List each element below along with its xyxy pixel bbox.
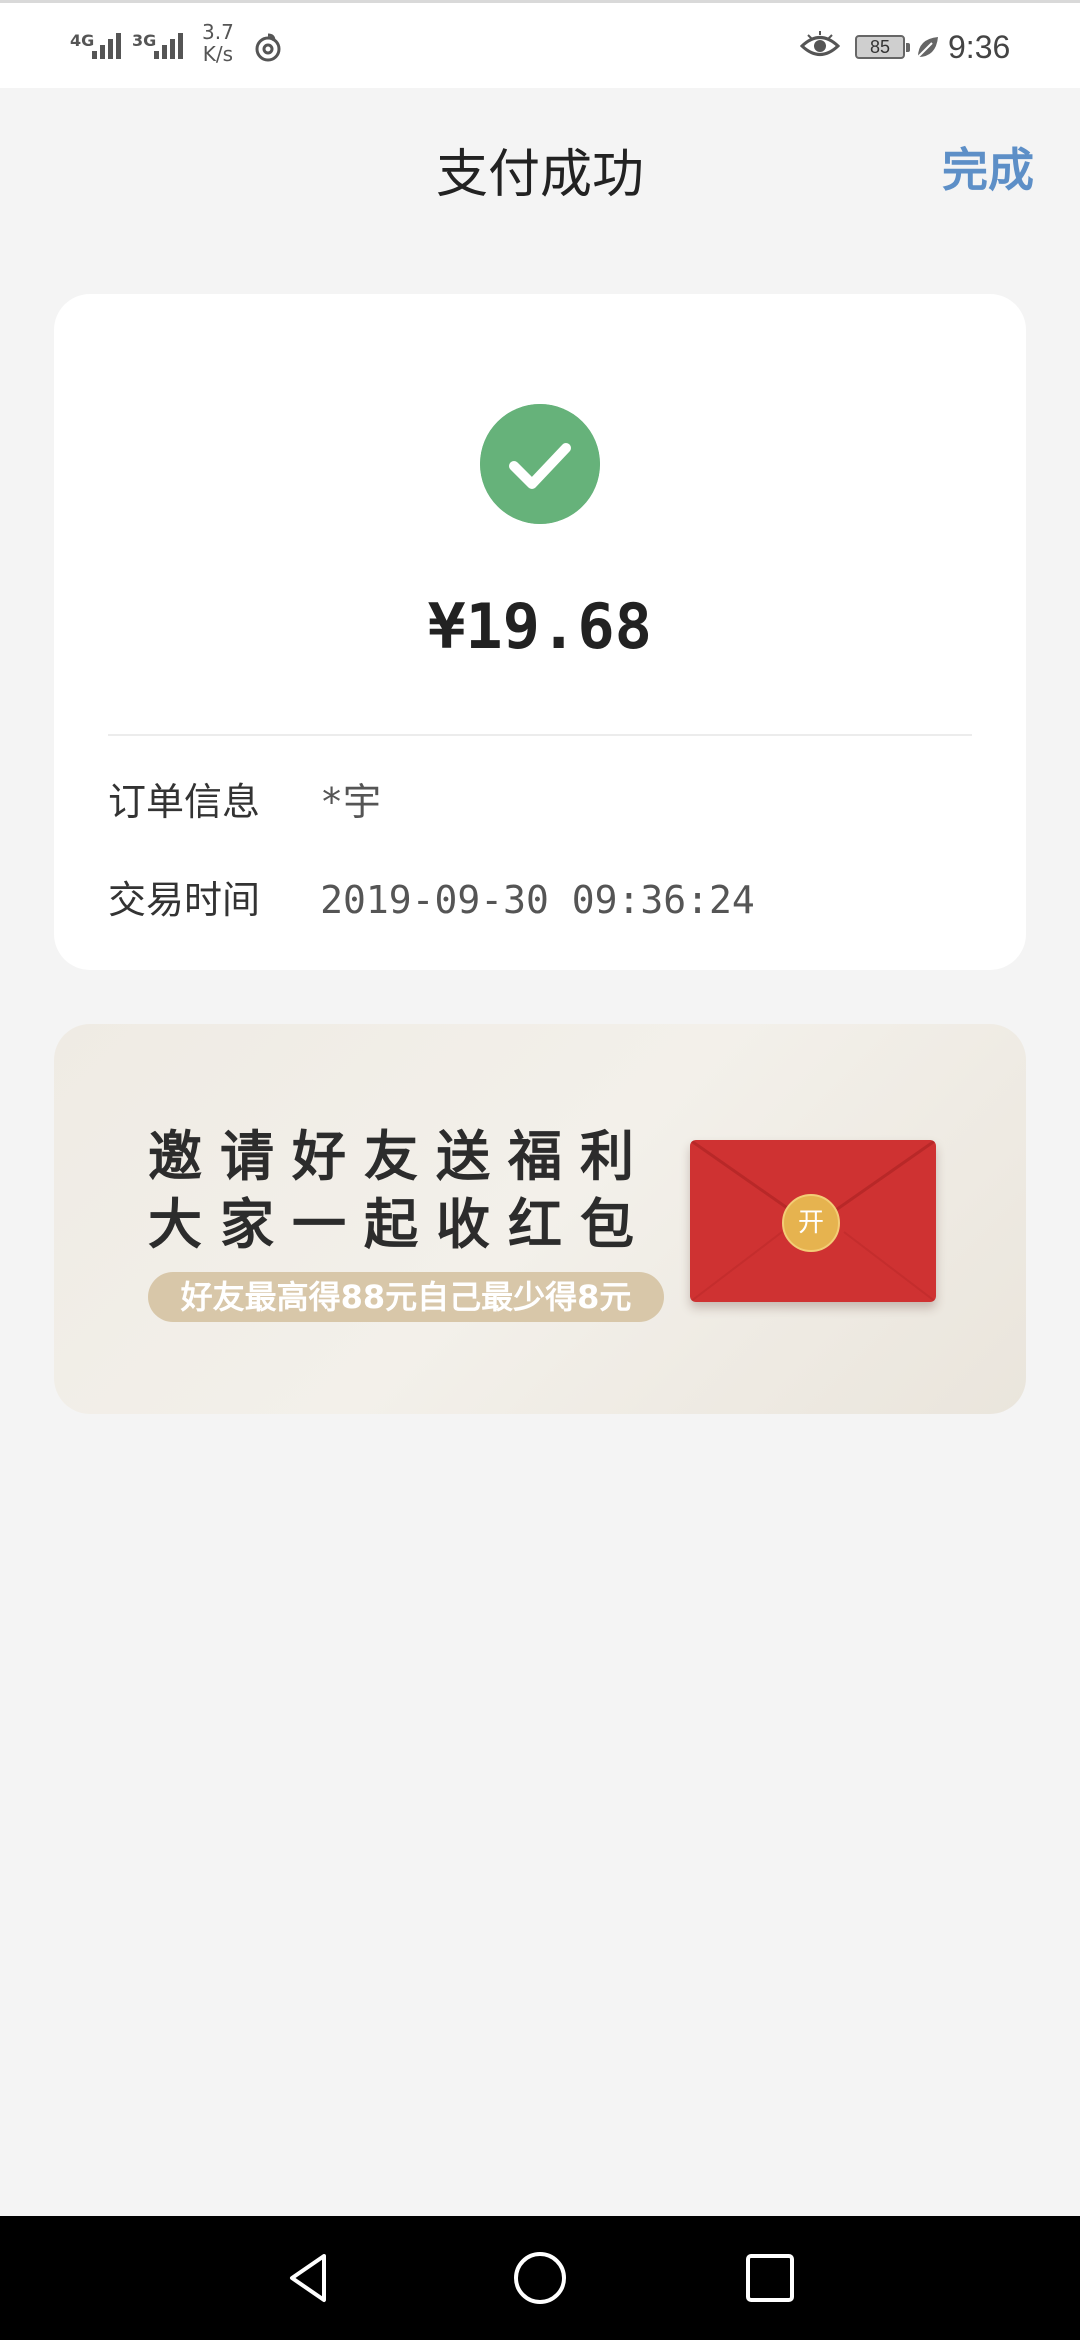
- order-info-row: 订单信息 *宇: [108, 772, 381, 832]
- eye-icon: [800, 31, 840, 56]
- check-circle-icon: [480, 404, 600, 524]
- home-icon[interactable]: [508, 2246, 572, 2310]
- back-icon[interactable]: [278, 2246, 342, 2310]
- battery-icon: 85: [855, 35, 910, 59]
- recents-icon[interactable]: [738, 2246, 802, 2310]
- signal-3g-icon: [154, 33, 183, 59]
- order-info-value: *宇: [320, 780, 381, 824]
- status-time: 9:36: [948, 29, 1011, 65]
- banner-subline: 好友最高得88元自己最少得8元: [148, 1272, 664, 1322]
- leaf-icon: [917, 37, 938, 58]
- navigation-bar: [0, 2216, 1080, 2340]
- transaction-time-value: 2019-09-30 09:36:24: [320, 878, 755, 922]
- netease-music-icon: [255, 33, 281, 62]
- banner-line-2: 大家一起收红包: [148, 1193, 652, 1256]
- payment-result-card: ¥19.68 订单信息 *宇 交易时间 2019-09-30 09:36:24: [54, 294, 1026, 970]
- network-speed-unit: K/s: [202, 42, 234, 66]
- signal-4g-icon: [92, 33, 121, 59]
- red-envelope: 开: [690, 1140, 936, 1302]
- signal-3g-label: 3G: [132, 31, 157, 50]
- network-speed: 3.7 K/s: [202, 21, 234, 65]
- divider: [108, 734, 972, 736]
- network-speed-value: 3.7: [202, 20, 234, 44]
- transaction-time-row: 交易时间 2019-09-30 09:36:24: [108, 870, 755, 930]
- done-button[interactable]: 完成: [942, 134, 1034, 200]
- status-bar: 4G 3G 3.7 K/s 85 9:36: [0, 0, 1080, 88]
- order-info-label: 订单信息: [108, 780, 261, 824]
- invite-friends-banner[interactable]: 邀请好友送福利 大家一起收红包 好友最高得88元自己最少得8元 开: [54, 1024, 1026, 1414]
- page-title: 支付成功: [435, 145, 644, 205]
- open-seal-icon: 开: [782, 1194, 840, 1252]
- transaction-time-label: 交易时间: [108, 878, 261, 922]
- signal-4g-label: 4G: [70, 31, 95, 50]
- payment-amount: ¥19.68: [428, 590, 652, 663]
